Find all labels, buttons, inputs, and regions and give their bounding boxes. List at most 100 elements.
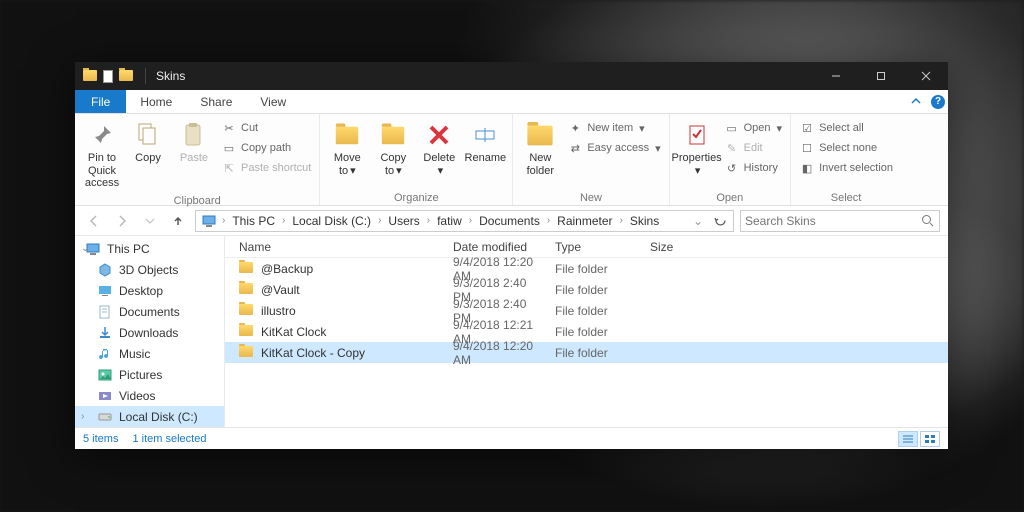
properties-button[interactable]: Properties▾ — [676, 116, 718, 181]
breadcrumb-dropdown[interactable]: ⌄ — [687, 214, 709, 228]
copy-button[interactable]: Copy — [127, 116, 169, 169]
open-button[interactable]: ▭Open▾ — [722, 118, 784, 138]
col-type[interactable]: Type — [549, 240, 644, 254]
folder-icon — [239, 262, 255, 276]
tab-view[interactable]: View — [246, 90, 300, 113]
explorer-window: Skins File Home Share View ? Pin to Quic… — [75, 62, 948, 449]
nav-item-icon — [97, 283, 113, 299]
file-row[interactable]: KitKat Clock9/4/2018 12:21 AMFile folder — [225, 321, 948, 342]
nav-item[interactable]: Documents — [75, 301, 224, 322]
search-icon — [921, 214, 935, 227]
qat-doc-icon — [103, 70, 113, 83]
status-selection: 1 item selected — [132, 433, 206, 445]
tab-file[interactable]: File — [75, 90, 126, 113]
file-type: File folder — [549, 304, 644, 318]
qat-folder-icon — [83, 70, 97, 81]
nav-back-button[interactable] — [83, 210, 105, 232]
col-size[interactable]: Size — [644, 240, 724, 254]
select-none-button[interactable]: ☐Select none — [797, 138, 895, 158]
crumb-c[interactable]: Local Disk (C:) — [287, 214, 376, 228]
file-type: File folder — [549, 262, 644, 276]
col-name[interactable]: Name — [233, 240, 447, 254]
delete-button[interactable]: Delete▾ — [418, 116, 460, 181]
edit-button[interactable]: ✎Edit — [722, 138, 784, 158]
collapse-ribbon-button[interactable] — [904, 90, 928, 113]
file-type: File folder — [549, 325, 644, 339]
maximize-button[interactable] — [858, 62, 903, 90]
view-details-button[interactable] — [898, 431, 918, 447]
move-to-button[interactable]: Move to▾ — [326, 116, 368, 181]
nav-item-icon — [97, 346, 113, 362]
file-row[interactable]: @Vault9/3/2018 2:40 PMFile folder — [225, 279, 948, 300]
copy-path-button[interactable]: ▭Copy path — [219, 138, 313, 158]
nav-item[interactable]: Music — [75, 343, 224, 364]
crumb-rainmeter[interactable]: Rainmeter — [552, 214, 617, 228]
properties-icon — [682, 120, 712, 150]
nav-item[interactable]: Pictures — [75, 364, 224, 385]
crumb-user[interactable]: fatiw — [432, 214, 467, 228]
search-box[interactable] — [740, 210, 940, 232]
minimize-button[interactable] — [813, 62, 858, 90]
invert-selection-icon: ◧ — [799, 160, 815, 176]
tab-home[interactable]: Home — [126, 90, 186, 113]
new-folder-icon — [525, 120, 555, 150]
crumb-this-pc[interactable]: This PC — [227, 214, 280, 228]
move-to-icon — [332, 120, 362, 150]
new-folder-button[interactable]: New folder — [519, 116, 561, 181]
ribbon: Pin to Quick access Copy Paste ✂Cut ▭Cop… — [75, 114, 948, 206]
edit-icon: ✎ — [724, 140, 740, 156]
new-item-button[interactable]: ✦New item▾ — [565, 118, 662, 138]
invert-selection-button[interactable]: ◧Invert selection — [797, 158, 895, 178]
nav-item-icon — [97, 262, 113, 278]
nav-up-button[interactable] — [167, 210, 189, 232]
cut-button[interactable]: ✂Cut — [219, 118, 313, 138]
crumb-documents[interactable]: Documents — [474, 214, 545, 228]
file-type: File folder — [549, 346, 644, 360]
paste-shortcut-button[interactable]: ⇱Paste shortcut — [219, 158, 313, 178]
nav-item-label: Documents — [119, 305, 180, 319]
nav-forward-button[interactable] — [111, 210, 133, 232]
nav-item-icon — [97, 325, 113, 341]
refresh-button[interactable] — [709, 210, 731, 232]
column-headers[interactable]: Name Date modified Type Size — [225, 236, 948, 258]
nav-item[interactable]: Videos — [75, 385, 224, 406]
search-input[interactable] — [745, 214, 921, 228]
file-list: Name Date modified Type Size @Backup9/4/… — [225, 236, 948, 427]
rename-button[interactable]: Rename — [464, 116, 506, 169]
nav-this-pc[interactable]: ⌄ This PC — [75, 238, 224, 259]
file-row[interactable]: @Backup9/4/2018 12:20 AMFile folder — [225, 258, 948, 279]
copy-path-icon: ▭ — [221, 140, 237, 156]
nav-item[interactable]: ›Local Disk (C:) — [75, 406, 224, 427]
file-row[interactable]: illustro9/3/2018 2:40 PMFile folder — [225, 300, 948, 321]
group-label-select: Select — [797, 191, 895, 204]
nav-item-label: Local Disk (C:) — [119, 410, 198, 424]
address-bar: This PC Local Disk (C:) Users fatiw Docu… — [75, 206, 948, 236]
folder-icon — [239, 283, 255, 297]
tab-share[interactable]: Share — [186, 90, 246, 113]
crumb-users[interactable]: Users — [383, 214, 424, 228]
select-all-button[interactable]: ☑Select all — [797, 118, 895, 138]
nav-item-label: Videos — [119, 389, 155, 403]
view-thumbnails-button[interactable] — [920, 431, 940, 447]
nav-item[interactable]: Desktop — [75, 280, 224, 301]
file-row[interactable]: KitKat Clock - Copy9/4/2018 12:20 AMFile… — [225, 342, 948, 363]
easy-access-icon: ⇄ — [567, 140, 583, 156]
close-button[interactable] — [903, 62, 948, 90]
paste-shortcut-icon: ⇱ — [221, 160, 237, 176]
history-button[interactable]: ↺History — [722, 158, 784, 178]
copy-to-button[interactable]: Copy to▾ — [372, 116, 414, 181]
easy-access-button[interactable]: ⇄Easy access▾ — [565, 138, 662, 158]
nav-item-label: Pictures — [119, 368, 162, 382]
pin-to-quick-access-button[interactable]: Pin to Quick access — [81, 116, 123, 194]
nav-recent-button[interactable] — [139, 210, 161, 232]
file-name: KitKat Clock — [261, 325, 326, 339]
new-item-icon: ✦ — [567, 120, 583, 136]
breadcrumb[interactable]: This PC Local Disk (C:) Users fatiw Docu… — [195, 210, 734, 232]
col-date[interactable]: Date modified — [447, 240, 549, 254]
nav-item[interactable]: Downloads — [75, 322, 224, 343]
crumb-skins[interactable]: Skins — [625, 214, 664, 228]
file-name: KitKat Clock - Copy — [261, 346, 365, 360]
nav-item[interactable]: 3D Objects — [75, 259, 224, 280]
paste-button[interactable]: Paste — [173, 116, 215, 169]
help-button[interactable]: ? — [928, 90, 948, 113]
